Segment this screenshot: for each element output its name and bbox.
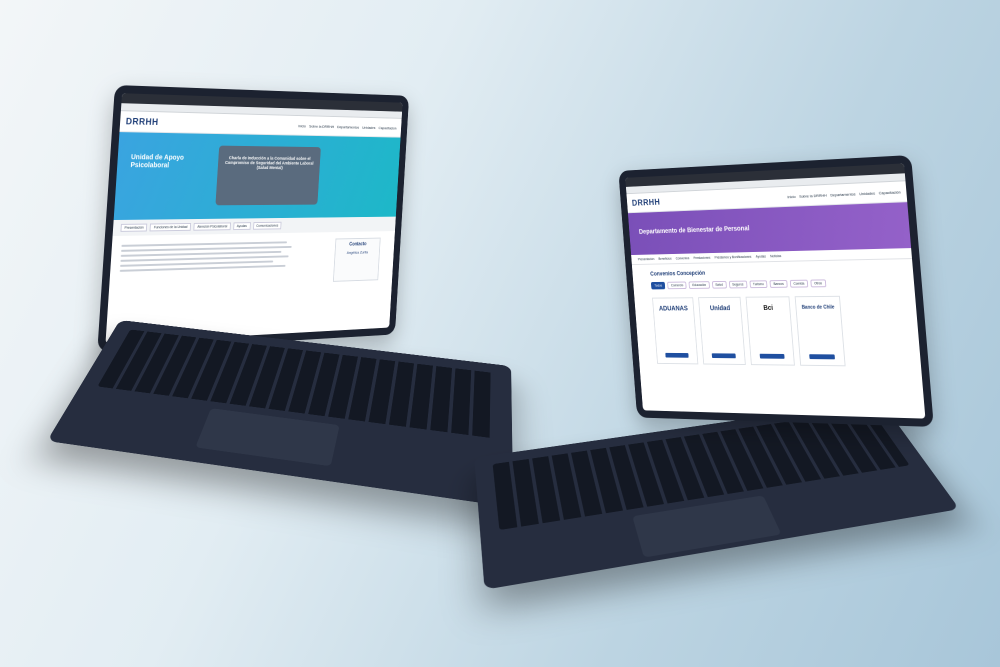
card-button[interactable] xyxy=(809,354,835,360)
nav-item[interactable]: Departamentos xyxy=(830,191,856,197)
subnav-item[interactable]: Beneficios xyxy=(658,257,671,261)
nav-item[interactable]: Departamentos xyxy=(337,124,359,129)
trackpad xyxy=(195,408,340,467)
filter-chip[interactable]: Otros xyxy=(810,279,826,288)
subnav-item[interactable]: Ayudas xyxy=(756,255,766,259)
hero-title: Unidad de Apoyo Psicolaboral xyxy=(130,154,185,170)
card-logo: ADUANAS xyxy=(658,305,688,312)
laptop-right: DRRHH Inicio Sobre la DRRHH Departamento… xyxy=(474,155,960,590)
convenio-card[interactable]: Bci xyxy=(745,296,795,366)
subnav-item[interactable]: Noticias xyxy=(770,254,781,258)
convenio-card[interactable]: Unidad xyxy=(698,296,746,366)
nav-item[interactable]: Sobre la DRRHH xyxy=(799,192,827,198)
site-logo: DRRHH xyxy=(125,116,159,127)
laptop-base xyxy=(46,320,514,508)
tab[interactable]: Ayudas xyxy=(233,222,251,231)
filter-chip[interactable]: Comercio xyxy=(667,281,687,290)
subnav-item[interactable]: Prestaciones xyxy=(693,256,710,260)
laptop-lid: DRRHH Inicio Sobre la DRRHH Departamento… xyxy=(97,85,410,353)
filter-chip[interactable]: Bancos xyxy=(769,279,788,288)
convenio-cards: ADUANAS Unidad Bci Banco de Chile xyxy=(634,291,921,371)
card-logo: Bci xyxy=(763,304,774,312)
nav-item[interactable]: Inicio xyxy=(787,194,796,199)
laptop-screen: DRRHH Inicio Sobre la DRRHH Departamento… xyxy=(625,163,926,419)
site-nav: Inicio Sobre la DRRHH Departamentos Unid… xyxy=(787,189,901,199)
filter-chip[interactable]: Comida xyxy=(789,279,809,288)
contact-card: Contacto Angélica Zurita xyxy=(332,237,381,282)
subnav-item[interactable]: Convenios xyxy=(676,256,690,260)
tab[interactable]: Presentación xyxy=(120,223,148,232)
contact-title: Contacto xyxy=(349,241,367,248)
filter-chip[interactable]: Todos xyxy=(650,281,666,290)
nav-item[interactable]: Unidades xyxy=(859,190,875,196)
convenio-card[interactable]: Banco de Chile xyxy=(794,295,846,367)
tab[interactable]: Funciones de la Unidad xyxy=(149,222,192,232)
card-button[interactable] xyxy=(759,353,785,359)
laptop-screen: DRRHH Inicio Sobre la DRRHH Departamento… xyxy=(105,93,403,344)
tab[interactable]: Atención Psicolaboral xyxy=(193,222,231,231)
subnav-item[interactable]: Presentación xyxy=(638,257,655,261)
card-logo: Banco de Chile xyxy=(801,304,835,311)
laptop-left: DRRHH Inicio Sobre la DRRHH Departamento… xyxy=(46,85,515,508)
filter-chip[interactable]: Salud xyxy=(711,280,727,289)
nav-item[interactable]: Unidades xyxy=(362,125,376,130)
site-nav: Inicio Sobre la DRRHH Departamentos Unid… xyxy=(298,123,397,130)
laptop-lid: DRRHH Inicio Sobre la DRRHH Departamento… xyxy=(618,155,934,427)
nav-item[interactable]: Capacitación xyxy=(379,125,397,130)
nav-item[interactable]: Inicio xyxy=(298,123,306,128)
subnav-item[interactable]: Préstamos y Bonificaciones xyxy=(714,255,751,260)
nav-item[interactable]: Capacitación xyxy=(878,189,900,195)
convenio-card[interactable]: ADUANAS xyxy=(652,297,699,365)
filter-chip[interactable]: Seguros xyxy=(728,280,748,289)
filter-chip[interactable]: Educación xyxy=(688,281,710,289)
hero-title: Departamento de Bienestar de Personal xyxy=(638,225,750,236)
site-logo: DRRHH xyxy=(631,197,661,208)
filter-chip[interactable]: Turismo xyxy=(749,280,768,289)
contact-name: Angélica Zurita xyxy=(346,249,369,255)
hero-slide-caption: Charla de Inducción a la Comunidad sobre… xyxy=(224,155,314,171)
card-button[interactable] xyxy=(665,352,689,358)
laptop-base xyxy=(474,400,960,590)
card-button[interactable] xyxy=(711,353,736,359)
hero-slide[interactable]: Charla de Inducción a la Comunidad sobre… xyxy=(215,145,321,206)
tab[interactable]: Comunicaciones xyxy=(252,221,282,230)
hero-banner: Unidad de Apoyo Psicolaboral Charla de I… xyxy=(113,132,401,221)
nav-item[interactable]: Sobre la DRRHH xyxy=(309,123,334,128)
card-logo: Unidad xyxy=(709,304,731,312)
